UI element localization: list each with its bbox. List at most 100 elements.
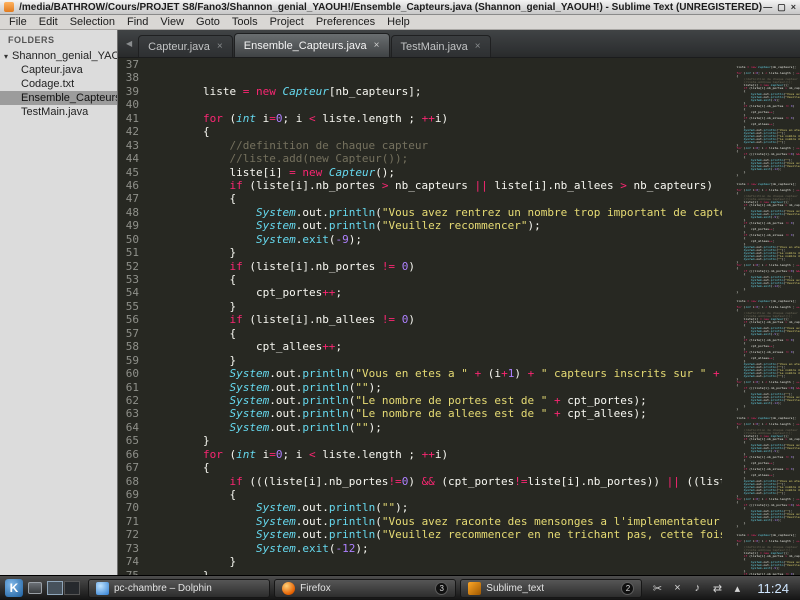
minimize-button[interactable]: — [763, 2, 772, 13]
code-text: System.out.println("Veuillez recommencer… [150, 528, 722, 541]
sidebar-item-testmain.java[interactable]: TestMain.java [0, 105, 117, 119]
task-button-dolphin[interactable]: pc-chambre – Dolphin [88, 579, 270, 598]
line-number: 74 [118, 555, 150, 568]
code-line[interactable]: 52 if (liste[i].nb_portes != 0) [118, 260, 722, 273]
sidebar: FOLDERS ▾ Shannon_genial_YAOUH Capteur.j… [0, 30, 118, 575]
sidebar-root-folder[interactable]: ▾ Shannon_genial_YAOUH [0, 49, 117, 63]
menu-goto[interactable]: Goto [190, 16, 226, 28]
kde-menu-button[interactable]: K [5, 579, 23, 597]
code-line[interactable]: 51 } [118, 246, 722, 259]
line-number: 53 [118, 273, 150, 286]
menu-edit[interactable]: Edit [33, 16, 64, 28]
line-number: 39 [118, 85, 150, 98]
menu-selection[interactable]: Selection [64, 16, 121, 28]
editor-panel: ◀ Capteur.java×Ensemble_Capteurs.java×Te… [118, 30, 800, 575]
minimap[interactable]: liste = new Capteur[nb_capteurs]; for (i… [722, 58, 800, 575]
code-line[interactable]: 73 System.exit(-12); [118, 542, 722, 555]
mute-icon[interactable]: × [670, 582, 684, 594]
code-line[interactable]: 67 { [118, 461, 722, 474]
code-line[interactable]: 72 System.out.println("Veuillez recommen… [118, 528, 722, 541]
code-line[interactable]: 47 { [118, 192, 722, 205]
tab-scroll-left-icon[interactable]: ◀ [120, 39, 138, 48]
menu-tools[interactable]: Tools [226, 16, 264, 28]
menu-help[interactable]: Help [381, 16, 416, 28]
code-line[interactable]: 57 { [118, 327, 722, 340]
code-line[interactable]: 74 } [118, 555, 722, 568]
code-line[interactable]: 50 System.exit(-9); [118, 233, 722, 246]
menu-project[interactable]: Project [264, 16, 310, 28]
code-line[interactable]: 39 liste = new Capteur[nb_capteurs]; [118, 85, 722, 98]
tab-close-icon[interactable]: × [374, 40, 380, 51]
desktop: /media/BATHROW/Cours/PROJET S8/Fano3/Sha… [0, 0, 800, 600]
pager-desktop-1[interactable] [47, 581, 63, 595]
code-line[interactable]: 38 [118, 71, 722, 84]
menu-preferences[interactable]: Preferences [310, 16, 381, 28]
line-number: 70 [118, 501, 150, 514]
volume-icon[interactable]: ♪ [690, 582, 704, 594]
menu-file[interactable]: File [3, 16, 33, 28]
code-line[interactable]: 61 System.out.println(""); [118, 381, 722, 394]
line-number: 64 [118, 421, 150, 434]
tray-expand-icon[interactable]: ▴ [730, 582, 744, 595]
code-line[interactable]: 53 { [118, 273, 722, 286]
taskbar-clock[interactable]: 11:24 [749, 581, 795, 596]
menu-view[interactable]: View [154, 16, 190, 28]
code-line[interactable]: 55 } [118, 300, 722, 313]
sidebar-item-ensemble_capteurs[interactable]: Ensemble_Capteurs [0, 91, 117, 105]
code-area[interactable]: 373839 liste = new Capteur[nb_capteurs];… [118, 58, 722, 575]
code-line[interactable]: 71 System.out.println("Vous avez raconte… [118, 515, 722, 528]
sidebar-tree: Capteur.javaCodage.txtEnsemble_CapteursT… [0, 63, 117, 119]
desktop-pager [47, 581, 80, 595]
menu-find[interactable]: Find [121, 16, 154, 28]
network-icon[interactable]: ⇄ [710, 582, 724, 595]
task-button-firefox[interactable]: Firefox3 [274, 579, 456, 598]
task-button-sublime[interactable]: Sublime_text2 [460, 579, 642, 598]
code-line[interactable]: 62 System.out.println("Le nombre de port… [118, 394, 722, 407]
code-line[interactable]: 45 liste[i] = new Capteur(); [118, 166, 722, 179]
close-button[interactable]: × [791, 2, 796, 13]
code-line[interactable]: 44 //liste.add(new Capteur()); [118, 152, 722, 165]
sidebar-item-codage.txt[interactable]: Codage.txt [0, 77, 117, 91]
code-line[interactable]: 40 [118, 98, 722, 111]
tab-close-icon[interactable]: × [217, 41, 223, 52]
tab-ensemble_capteurs.java[interactable]: Ensemble_Capteurs.java× [234, 33, 390, 57]
maximize-button[interactable]: ▢ [777, 2, 786, 13]
tab-capteur.java[interactable]: Capteur.java× [138, 35, 233, 57]
code-line[interactable]: 59 } [118, 354, 722, 367]
tab-bar: ◀ Capteur.java×Ensemble_Capteurs.java×Te… [118, 30, 800, 58]
klipper-icon[interactable]: ✂ [650, 582, 664, 595]
code-line[interactable]: 42 { [118, 125, 722, 138]
code-line[interactable]: 41 for (int i=0; i < liste.length ; ++i) [118, 112, 722, 125]
code-line[interactable]: 58 cpt_allees++; [118, 340, 722, 353]
code-line[interactable]: 48 System.out.println("Vous avez rentrez… [118, 206, 722, 219]
code-line[interactable]: 49 System.out.println("Veuillez recommen… [118, 219, 722, 232]
pager-desktop-2[interactable] [64, 581, 80, 595]
tab-close-icon[interactable]: × [475, 41, 481, 52]
window-titlebar[interactable]: /media/BATHROW/Cours/PROJET S8/Fano3/Sha… [0, 0, 800, 15]
code-line[interactable]: 60 System.out.println("Vous en etes a " … [118, 367, 722, 380]
tab-testmain.java[interactable]: TestMain.java× [391, 35, 491, 57]
line-number: 57 [118, 327, 150, 340]
code-line[interactable]: 43 //definition de chaque capteur [118, 139, 722, 152]
line-number: 58 [118, 340, 150, 353]
code-line[interactable]: 65 } [118, 434, 722, 447]
minimap-line: liste = new Capteur[nb_capteurs]; [722, 300, 800, 303]
line-number: 41 [118, 112, 150, 125]
code-line[interactable]: 46 if (liste[i].nb_portes > nb_capteurs … [118, 179, 722, 192]
code-text: { [150, 488, 236, 501]
code-line[interactable]: 54 cpt_portes++; [118, 286, 722, 299]
sidebar-item-capteur.java[interactable]: Capteur.java [0, 63, 117, 77]
main-area: FOLDERS ▾ Shannon_genial_YAOUH Capteur.j… [0, 30, 800, 575]
code-line[interactable]: 56 if (liste[i].nb_allees != 0) [118, 313, 722, 326]
code-text: cpt_allees++; [150, 340, 342, 353]
line-number: 62 [118, 394, 150, 407]
code-line[interactable]: 68 if (((liste[i].nb_portes!=0) && (cpt_… [118, 475, 722, 488]
code-line[interactable]: 70 System.out.println(""); [118, 501, 722, 514]
code-text: System.exit(-9); [150, 233, 362, 246]
code-line[interactable]: 63 System.out.println("Le nombre de alle… [118, 407, 722, 420]
code-line[interactable]: 69 { [118, 488, 722, 501]
code-line[interactable]: 37 [118, 58, 722, 71]
code-line[interactable]: 64 System.out.println(""); [118, 421, 722, 434]
code-line[interactable]: 66 for (int i=0; i < liste.length ; ++i) [118, 448, 722, 461]
show-desktop-icon[interactable] [28, 582, 42, 594]
